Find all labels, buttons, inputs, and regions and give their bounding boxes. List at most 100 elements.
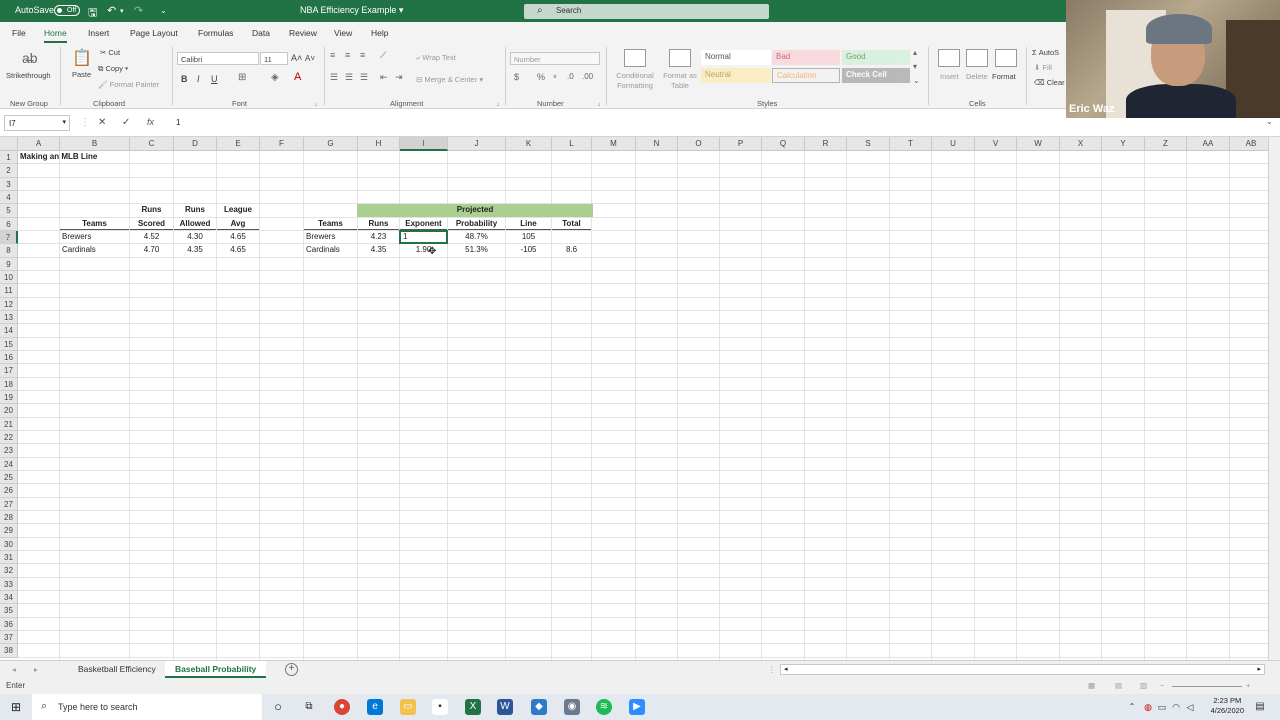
tray-chevron-icon[interactable]: ⌃	[1124, 699, 1140, 715]
align-left-icon[interactable]: ☰	[330, 72, 338, 83]
row-header-19[interactable]: 19	[0, 390, 18, 405]
row-header-33[interactable]: 33	[0, 577, 18, 591]
row-header-35[interactable]: 35	[0, 604, 18, 618]
column-header-m[interactable]: M	[592, 137, 636, 151]
cell-g6[interactable]: Teams	[304, 218, 357, 230]
row-header-37[interactable]: 37	[0, 630, 18, 645]
row-header-5[interactable]: 5	[0, 204, 18, 218]
chrome-icon[interactable]: ●	[334, 699, 350, 715]
row-header-28[interactable]: 28	[0, 510, 18, 525]
percent-style-icon[interactable]: %	[537, 72, 545, 82]
next-sheet-icon[interactable]: ▸	[34, 665, 38, 674]
row-header-24[interactable]: 24	[0, 457, 18, 471]
save-icon[interactable]: 🖫	[88, 4, 97, 23]
cell-b6[interactable]: Teams	[60, 218, 129, 230]
row-header-21[interactable]: 21	[0, 417, 18, 431]
row-header-18[interactable]: 18	[0, 377, 18, 391]
cell-d7[interactable]: 4.30	[174, 231, 216, 243]
column-header-j[interactable]: J	[448, 137, 506, 151]
font-name-select[interactable]: Calibri	[177, 52, 259, 65]
windows-start-icon[interactable]: ⊞	[8, 699, 24, 715]
row-header-29[interactable]: 29	[0, 524, 18, 538]
column-header-x[interactable]: X	[1060, 137, 1102, 151]
paste-button[interactable]: Paste	[72, 70, 91, 79]
row-header-9[interactable]: 9	[0, 257, 18, 271]
tab-insert[interactable]: Insert	[88, 28, 109, 38]
tab-help[interactable]: Help	[371, 28, 388, 38]
zoom-slider[interactable]	[1172, 686, 1242, 687]
task-view-icon[interactable]: ⧉	[301, 699, 317, 715]
increase-decimal-icon[interactable]: .0	[567, 72, 574, 81]
font-size-select[interactable]: 11	[260, 52, 288, 65]
align-middle-icon[interactable]: ≡	[345, 50, 350, 60]
row-header-1[interactable]: 1	[0, 151, 18, 165]
cell-b8[interactable]: Cardinals	[62, 244, 96, 256]
tab-data[interactable]: Data	[252, 28, 270, 38]
font-dialog-launcher-icon[interactable]: ⌟	[314, 98, 318, 107]
cell-c7[interactable]: 4.52	[130, 231, 173, 243]
row-header-2[interactable]: 2	[0, 164, 18, 178]
row-header-36[interactable]: 36	[0, 617, 18, 631]
cell-i8[interactable]: 1.90	[400, 244, 447, 256]
row-header-31[interactable]: 31	[0, 550, 18, 565]
borders-icon[interactable]: ⊞	[238, 72, 246, 83]
row-header-30[interactable]: 30	[0, 537, 18, 551]
insert-function-icon[interactable]: fx	[147, 117, 154, 127]
italic-button[interactable]: I	[197, 74, 200, 84]
cell-k6[interactable]: Line	[506, 218, 551, 230]
undo-icon[interactable]: ↶	[107, 4, 116, 17]
copy-button[interactable]: ⧉ Copy ▾	[98, 64, 128, 74]
zoom-out-icon[interactable]: −	[1160, 681, 1164, 690]
column-header-a[interactable]: A	[18, 137, 60, 151]
projected-header[interactable]: Projected	[357, 204, 593, 217]
underline-button[interactable]: U	[211, 74, 218, 84]
align-right-icon[interactable]: ☰	[360, 72, 368, 83]
column-header-z[interactable]: Z	[1145, 137, 1187, 151]
format-painter-button[interactable]: 🖌 Format Painter	[98, 80, 159, 89]
tab-formulas[interactable]: Formulas	[198, 28, 233, 38]
cell-l6[interactable]: Total	[552, 218, 591, 230]
cell-h8[interactable]: 4.35	[358, 244, 399, 256]
row-header-32[interactable]: 32	[0, 564, 18, 578]
align-center-icon[interactable]: ☰	[345, 72, 353, 83]
column-header-p[interactable]: P	[720, 137, 762, 151]
cell-j7[interactable]: 48.7%	[448, 231, 505, 243]
tab-review[interactable]: Review	[289, 28, 317, 38]
column-header-k[interactable]: K	[506, 137, 552, 151]
row-header-22[interactable]: 22	[0, 430, 18, 445]
tab-splitter-icon[interactable]: ⋮	[768, 665, 776, 674]
page-layout-view-icon[interactable]: ▤	[1115, 681, 1122, 690]
clear-button[interactable]: ⌫ Clear	[1034, 78, 1065, 87]
cell-g8[interactable]: Cardinals	[306, 244, 340, 256]
zoom-app-icon[interactable]: ▶	[629, 699, 645, 715]
number-format-select[interactable]: Number	[510, 52, 600, 65]
word-icon[interactable]: W	[497, 699, 513, 715]
row-header-6[interactable]: 6	[0, 217, 18, 231]
tab-file[interactable]: File	[12, 28, 26, 38]
styles-scroll-down-icon[interactable]: ▾	[913, 62, 917, 71]
tab-home[interactable]: Home	[44, 28, 67, 43]
column-header-h[interactable]: H	[358, 137, 400, 151]
cell-g7[interactable]: Brewers	[306, 231, 335, 243]
sheet-tab-basketball-efficiency[interactable]: Basketball Efficiency	[68, 661, 166, 678]
row-header-16[interactable]: 16	[0, 350, 18, 365]
cortana-icon[interactable]: ○	[270, 699, 286, 715]
cell-a1[interactable]: Making an MLB Line	[20, 151, 97, 163]
alignment-dialog-launcher-icon[interactable]: ⌟	[496, 98, 500, 107]
cut-button[interactable]: ✂ Cut	[100, 48, 120, 57]
undo-dropdown-icon[interactable]: ▾	[120, 7, 124, 15]
fill-color-icon[interactable]: ◈	[271, 72, 279, 83]
row-header-10[interactable]: 10	[0, 270, 18, 285]
decrease-decimal-icon[interactable]: .00	[582, 72, 593, 81]
cancel-entry-icon[interactable]: ✕	[98, 117, 106, 128]
tab-page-layout[interactable]: Page Layout	[130, 28, 178, 38]
decrease-font-icon[interactable]: A˅	[305, 54, 315, 63]
cell-l8[interactable]: 8.6	[552, 244, 591, 256]
style-check-cell[interactable]: Check Cell	[842, 68, 910, 83]
column-header-g[interactable]: G	[304, 137, 358, 151]
styles-scroll-up-icon[interactable]: ▴	[913, 48, 917, 57]
column-header-d[interactable]: D	[174, 137, 217, 151]
horizontal-scrollbar[interactable]: ◂ ▸	[780, 664, 1265, 675]
cell-e5[interactable]: League	[217, 204, 259, 216]
column-header-y[interactable]: Y	[1102, 137, 1145, 151]
